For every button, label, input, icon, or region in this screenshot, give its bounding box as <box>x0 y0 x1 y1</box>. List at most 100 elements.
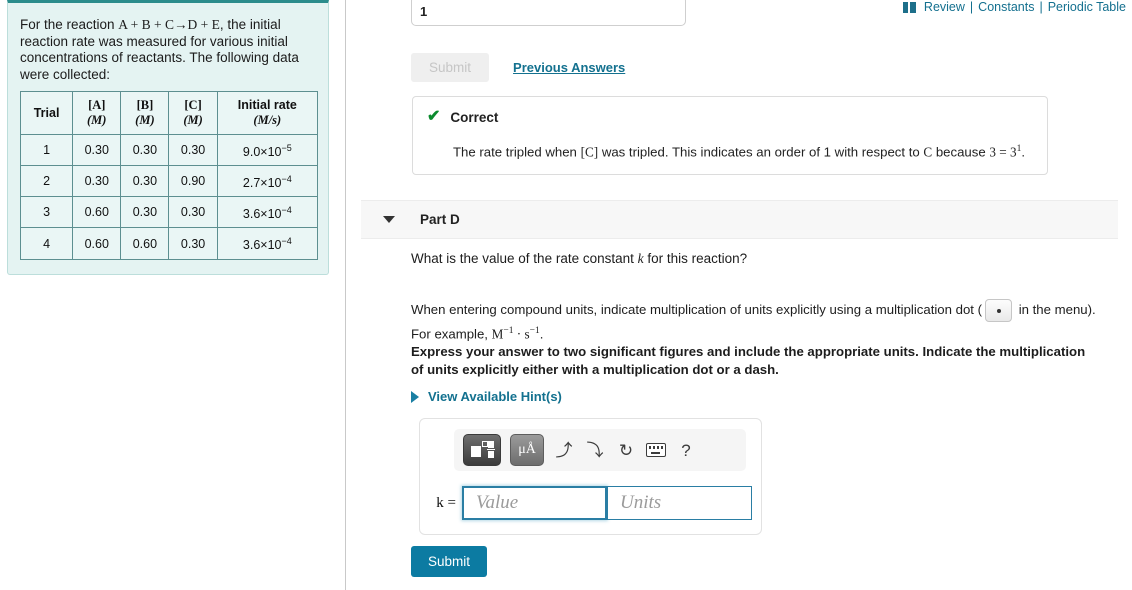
keyboard-icon[interactable] <box>646 443 666 457</box>
column-header-rate: Initial rate (M/s) <box>216 91 319 135</box>
value-input[interactable]: Value <box>462 486 607 520</box>
feedback-status-label: Correct <box>450 109 499 125</box>
problem-statement-panel: For the reaction A + B + C→D + E, the in… <box>7 0 329 275</box>
feedback-explanation: The rate tripled when [C] was tripled. T… <box>453 141 1033 160</box>
question-prefix: What is the value of the rate constant <box>411 251 638 266</box>
table-row: 1 0.30 0.30 0.30 9.0×10−5 <box>19 133 319 167</box>
template-icon <box>471 441 495 459</box>
math-editor-toolbar: μÅ ⤴ ⤵ ↻ ? <box>454 429 746 471</box>
column-header-c-unit: (M) <box>183 113 203 127</box>
view-hints-label[interactable]: View Available Hint(s) <box>428 389 562 404</box>
question-suffix: for this reaction? <box>643 251 748 266</box>
answer-input-row: k = Value Units <box>428 486 752 520</box>
part-d-title: Part D <box>420 212 460 227</box>
cell-rate: 2.7×10−4 <box>216 165 319 198</box>
cell-b: 0.30 <box>120 133 170 167</box>
previous-answer-input[interactable] <box>411 0 686 26</box>
column-header-trial: Trial <box>19 91 74 135</box>
column-header-a-unit: (M) <box>87 113 107 127</box>
answer-entry-card: μÅ ⤴ ⤵ ↻ ? k = Value Units <box>419 418 762 535</box>
units-example-m-exponent: −1 <box>503 326 514 336</box>
cell-a: 0.30 <box>72 133 122 167</box>
column-header-b: [B] (M) <box>120 91 170 135</box>
redo-icon[interactable]: ⤵ <box>584 442 606 459</box>
cell-rate: 3.6×10−4 <box>216 227 319 260</box>
column-header-c: [C] (M) <box>168 91 218 135</box>
cell-c: 0.30 <box>168 133 218 167</box>
feedback-species-c: C <box>923 144 933 160</box>
feedback-text-1: The rate tripled when <box>453 144 581 160</box>
previous-part-actions: Submit Previous Answers <box>411 53 625 82</box>
caret-down-icon[interactable] <box>383 216 395 223</box>
column-header-c-label: [C] <box>184 98 202 112</box>
cell-rate-mantissa: 2.7×10 <box>242 176 282 191</box>
cell-rate-exponent: −4 <box>281 205 292 216</box>
units-example-m: M <box>491 326 504 342</box>
table-row: 4 0.60 0.60 0.30 3.6×10−4 <box>19 227 319 260</box>
express-answer-instruction: Express your answer to two significant f… <box>411 344 1086 377</box>
cell-rate: 3.6×10−4 <box>216 196 319 229</box>
caret-right-icon[interactable] <box>411 390 419 403</box>
feedback-math: 3 = 3 <box>989 144 1017 160</box>
view-hints-toggle[interactable]: View Available Hint(s) <box>411 389 562 404</box>
cell-b: 0.60 <box>120 227 170 260</box>
cell-a: 0.60 <box>72 227 122 260</box>
column-header-b-unit: (M) <box>135 113 155 127</box>
units-instruction-note: When entering compound units, indicate m… <box>411 299 1111 343</box>
cell-a: 0.30 <box>72 165 122 198</box>
part-d-header[interactable]: Part D <box>361 200 1118 239</box>
column-header-a-label: [A] <box>88 98 106 112</box>
table-row: 2 0.30 0.30 0.90 2.7×10−4 <box>19 165 319 198</box>
cell-c: 0.90 <box>168 165 218 198</box>
units-input[interactable]: Units <box>607 486 752 520</box>
cell-rate-mantissa: 3.6×10 <box>242 207 282 222</box>
cell-rate-mantissa: 3.6×10 <box>242 238 282 253</box>
problem-intro-text: For the reaction A + B + C→D + E, the in… <box>20 17 316 83</box>
feedback-text-3: because <box>932 144 990 160</box>
cell-trial: 1 <box>19 133 74 167</box>
reaction-equation: A + B + C→D + E <box>118 17 220 32</box>
cell-trial: 3 <box>19 196 74 229</box>
cell-c: 0.30 <box>168 227 218 260</box>
cell-trial: 2 <box>19 165 74 198</box>
column-header-rate-label: Initial rate <box>237 98 297 112</box>
reset-icon[interactable]: ↻ <box>615 442 637 459</box>
help-icon[interactable]: ? <box>675 442 697 459</box>
cell-rate-exponent: −4 <box>281 236 292 247</box>
table-header-row: Trial [A] (M) [B] (M) [C] (M) Initial ra… <box>19 91 319 135</box>
cell-rate-mantissa: 9.0×10 <box>242 145 282 160</box>
feedback-header: ✔ Correct <box>427 109 1033 125</box>
cell-b: 0.30 <box>120 165 170 198</box>
units-example-dot: · <box>513 326 525 342</box>
units-example-s-exponent: −1 <box>529 326 540 336</box>
feedback-text-2: was tripled. This indicates an order of … <box>598 144 924 160</box>
column-header-trial-label: Trial <box>33 105 60 120</box>
undo-icon[interactable]: ⤴ <box>553 442 575 459</box>
multiplication-dot-icon <box>985 299 1013 322</box>
cell-trial: 4 <box>19 227 74 260</box>
cell-rate-exponent: −5 <box>281 143 292 153</box>
units-button[interactable]: μÅ <box>510 434 544 466</box>
cell-a: 0.60 <box>72 196 122 229</box>
submit-button[interactable]: Submit <box>411 546 488 577</box>
column-header-a: [A] (M) <box>72 91 122 135</box>
check-icon: ✔ <box>427 108 441 125</box>
feedback-bracket-c: [C] <box>580 144 599 160</box>
table-row: 3 0.60 0.30 0.30 3.6×10−4 <box>19 196 319 229</box>
column-header-rate-unit: (M/s) <box>253 113 282 127</box>
k-equals-label: k = <box>436 494 456 511</box>
feedback-correct-box: ✔ Correct The rate tripled when [C] was … <box>412 96 1048 176</box>
feedback-text-end: . <box>1021 144 1025 160</box>
math-template-button[interactable] <box>463 434 501 466</box>
units-note-text-1: When entering compound units, indicate m… <box>411 301 983 317</box>
units-note-end: . <box>539 326 544 342</box>
previous-answers-link[interactable]: Previous Answers <box>513 60 625 75</box>
column-header-b-label: [B] <box>136 98 154 112</box>
cell-c: 0.30 <box>168 196 218 229</box>
cell-rate-exponent: −4 <box>281 174 292 185</box>
cell-rate: 9.0×10−5 <box>216 133 319 167</box>
part-d-question: What is the value of the rate constant k… <box>411 251 747 267</box>
cell-b: 0.30 <box>120 196 170 229</box>
rate-data-table: Trial [A] (M) [B] (M) [C] (M) Initial ra… <box>19 91 319 260</box>
submit-button-disabled: Submit <box>411 53 490 82</box>
